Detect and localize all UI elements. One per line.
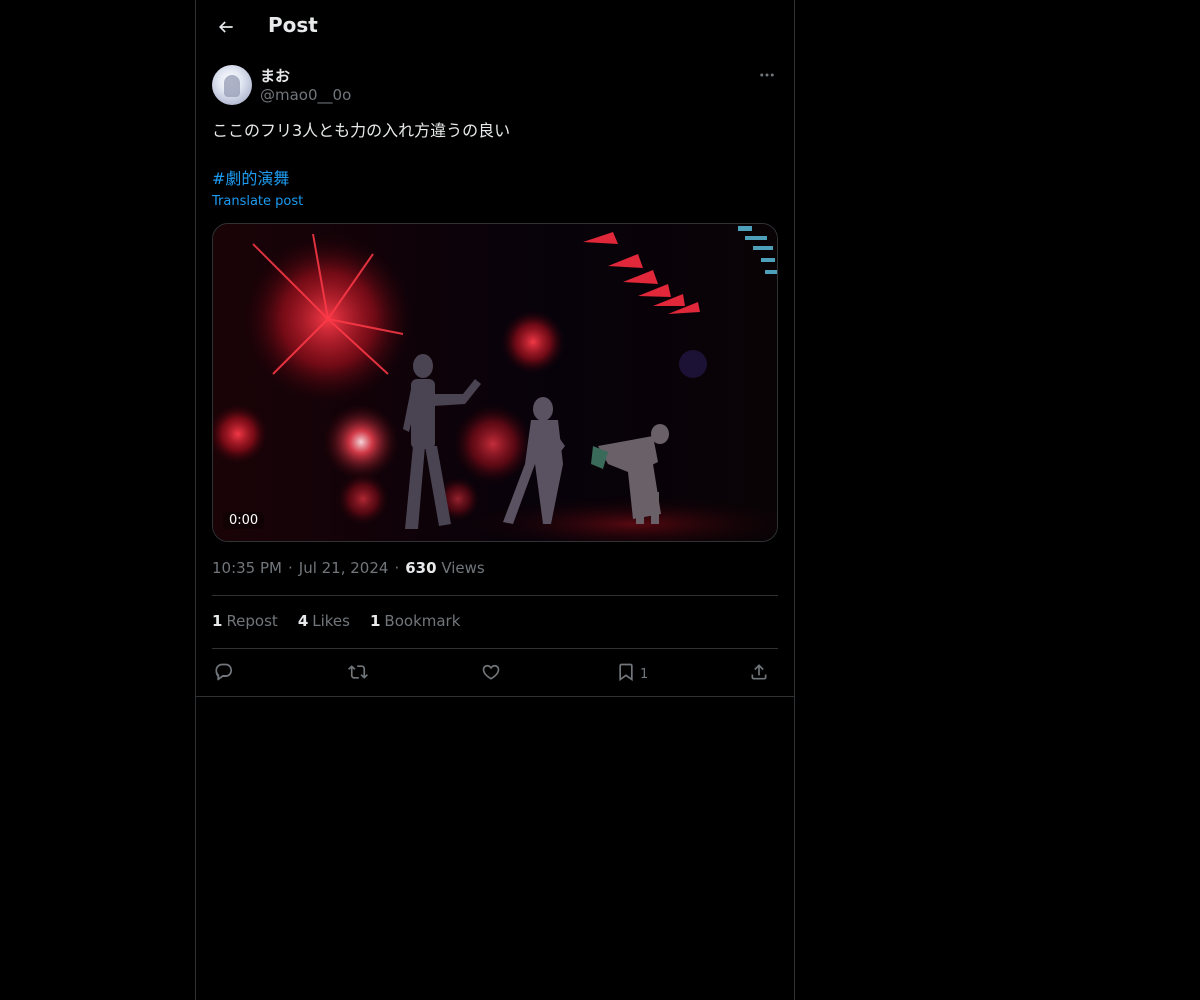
bookmarks-stat[interactable]: 1 Bookmark <box>370 612 460 630</box>
author-handle[interactable]: @mao0__0o <box>260 86 351 104</box>
repost-button[interactable] <box>347 657 369 687</box>
post-text: ここのフリ3人とも力の入れ方違うの良い <box>212 121 511 140</box>
more-button[interactable] <box>756 65 778 85</box>
share-icon <box>751 664 767 680</box>
arrow-left-icon <box>218 21 233 33</box>
avatar[interactable] <box>212 65 252 105</box>
heart-icon <box>482 664 500 680</box>
video-player[interactable]: 0:00 <box>212 223 778 542</box>
page-title: Post <box>268 13 318 37</box>
reposts-stat[interactable]: 1 Repost <box>212 612 278 630</box>
reply-button[interactable] <box>214 657 234 687</box>
post-meta: 10:35 PM · Jul 21, 2024 · 630 Views <box>212 559 485 577</box>
views-label: Views <box>441 559 485 577</box>
hashtag-link[interactable]: #劇的演舞 <box>212 168 289 190</box>
meta-separator-2: · <box>394 559 400 577</box>
like-button[interactable] <box>481 657 501 687</box>
views-count: 630 <box>405 559 437 577</box>
share-button[interactable] <box>749 657 769 687</box>
more-horizontal-icon <box>760 73 774 77</box>
bookmark-count: 1 <box>640 666 649 682</box>
likes-stat[interactable]: 4 Likes <box>298 612 350 630</box>
repost-icon <box>348 665 368 679</box>
translate-post-link[interactable]: Translate post <box>212 194 303 209</box>
post-bottom-border <box>196 696 794 697</box>
engagement-stats: 1 Repost 4 Likes 1 Bookmark <box>212 612 460 630</box>
likes-label: Likes <box>312 612 350 630</box>
video-frame <box>213 224 777 541</box>
back-button[interactable] <box>208 9 244 45</box>
reply-icon <box>215 663 233 681</box>
bookmark-button[interactable]: 1 <box>616 657 648 687</box>
author-row: まお @mao0__0o <box>212 65 778 107</box>
avatar-figure <box>224 75 240 97</box>
post-header: Post <box>196 0 794 54</box>
bookmark-icon <box>619 663 633 682</box>
author-display-name[interactable]: まお <box>260 65 290 86</box>
post-date[interactable]: Jul 21, 2024 <box>299 559 389 577</box>
action-bar: 1 <box>212 657 778 687</box>
post-column: Post まお @mao0__0o ここのフリ3人とも力の入れ方違うの良い #劇… <box>195 0 795 1000</box>
video-timestamp: 0:00 <box>223 512 265 529</box>
divider <box>212 648 778 649</box>
divider <box>212 595 778 596</box>
bookmarks-count: 1 <box>369 612 381 630</box>
likes-count: 4 <box>297 612 309 630</box>
reposts-count: 1 <box>212 612 223 630</box>
post-time[interactable]: 10:35 PM <box>212 559 282 577</box>
reposts-label: Repost <box>226 612 278 630</box>
bookmarks-label: Bookmark <box>384 612 461 630</box>
meta-separator: · <box>287 559 293 577</box>
